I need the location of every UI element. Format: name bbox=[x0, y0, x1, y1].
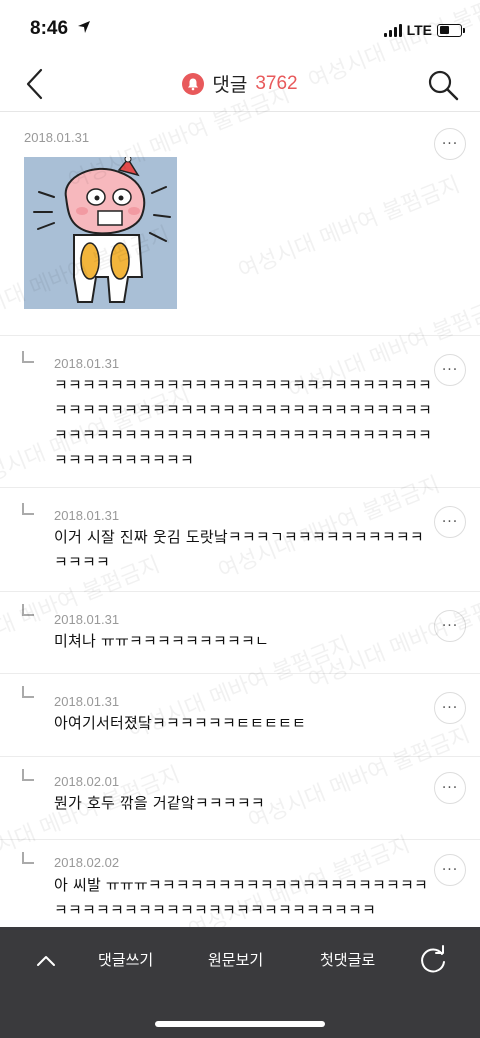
comment-date: 2018.01.31 bbox=[54, 694, 120, 709]
comment-date: 2018.01.31 bbox=[54, 612, 120, 627]
comment-text: 이거 시잘 진짜 웃김 도랏낰ㅋㅋㅋㄱㅋㅋㅋㅋㅋㅋㅋㅋㅋㅋㅋㅋㅋㅋ bbox=[54, 528, 424, 571]
reply-indicator-icon bbox=[22, 503, 34, 515]
battery-icon bbox=[437, 23, 465, 37]
status-time: 8:46 bbox=[30, 18, 69, 39]
comments-header: 댓글 3762 bbox=[0, 56, 480, 112]
comment-text: 아 씨발 ㅠㅠㅠㅋㅋㅋㅋㅋㅋㅋㅋㅋㅋㅋㅋㅋㅋㅋㅋㅋㅋㅋㅋㅋㅋㅋㅋㅋㅋㅋㅋㅋㅋㅋㅋ… bbox=[54, 876, 428, 919]
comment-date: 2018.02.01 bbox=[54, 774, 120, 789]
reply-indicator-icon bbox=[22, 686, 34, 698]
more-options-button[interactable]: ··· bbox=[434, 610, 466, 642]
search-button[interactable] bbox=[426, 68, 460, 102]
comment-date: 2018.01.31 bbox=[24, 130, 90, 145]
reply-indicator-icon bbox=[22, 769, 34, 781]
bottom-toolbar: 댓글쓰기 원문보기 첫댓글로 bbox=[0, 927, 480, 1038]
status-indicators: LTE bbox=[383, 22, 465, 38]
scroll-up-button[interactable] bbox=[34, 949, 58, 973]
comment-item: 2018.01.31 ··· 미쳐나 ㅠㅠㅋㅋㅋㅋㅋㅋㅋㅋㅋㄴ bbox=[0, 592, 480, 674]
network-label: LTE bbox=[406, 22, 432, 38]
more-options-button[interactable]: ··· bbox=[434, 854, 466, 886]
view-original-button[interactable]: 원문보기 bbox=[208, 949, 263, 970]
comment-count: 3762 bbox=[255, 72, 298, 94]
refresh-icon[interactable] bbox=[418, 945, 448, 975]
comment-text: ㅋㅋㅋㅋㅋㅋㅋㅋㅋㅋㅋㅋㅋㅋㅋㅋㅋㅋㅋㅋㅋㅋㅋㅋㅋㅋㅋㅋㅋㅋㅋㅋㅋㅋㅋㅋㅋㅋㅋㅋ… bbox=[54, 376, 433, 469]
reply-indicator-icon bbox=[22, 852, 34, 864]
comment-date: 2018.01.31 bbox=[54, 508, 120, 523]
first-comment-button[interactable]: 첫댓글로 bbox=[320, 949, 375, 970]
comment-item: 2018.02.01 ··· 뭔가 호두 깎을 거같앜ㅋㅋㅋㅋㅋ bbox=[0, 757, 480, 840]
bell-icon[interactable] bbox=[182, 72, 205, 95]
comment-item: 2018.01.31 ··· 아여기서터졌닼ㅋㅋㅋㅋㅋㅋㅌㅌㅌㅌㅌ bbox=[0, 674, 480, 757]
home-indicator bbox=[155, 1021, 325, 1027]
more-options-button[interactable]: ··· bbox=[434, 506, 466, 538]
comment-item: 2018.01.31 ··· 이거 시잘 진짜 웃김 도랏낰ㅋㅋㅋㄱㅋㅋㅋㅋㅋㅋ… bbox=[0, 488, 480, 592]
header-title: 댓글 bbox=[212, 74, 248, 96]
comment-text: 미쳐나 ㅠㅠㅋㅋㅋㅋㅋㅋㅋㅋㅋㄴ bbox=[54, 632, 269, 650]
comment-item: 2018.02.02 ··· 아 씨발 ㅠㅠㅠㅋㅋㅋㅋㅋㅋㅋㅋㅋㅋㅋㅋㅋㅋㅋㅋㅋ… bbox=[0, 840, 480, 927]
comment-text: 아여기서터졌닼ㅋㅋㅋㅋㅋㅋㅌㅌㅌㅌㅌ bbox=[54, 714, 307, 732]
comment-item: 2018.01.31 ··· ㅋㅋㅋㅋㅋㅋㅋㅋㅋㅋㅋㅋㅋㅋㅋㅋㅋㅋㅋㅋㅋㅋㅋㅋㅋ… bbox=[0, 336, 480, 488]
signal-icon bbox=[383, 23, 402, 37]
write-comment-button[interactable]: 댓글쓰기 bbox=[98, 949, 153, 970]
status-bar: 8:46 LTE bbox=[0, 0, 480, 56]
reply-indicator-icon bbox=[22, 604, 34, 616]
reply-indicator-icon bbox=[22, 351, 34, 363]
more-options-button[interactable]: ··· bbox=[434, 772, 466, 804]
comment-date: 2018.02.02 bbox=[54, 855, 120, 870]
comment-sticker-image[interactable] bbox=[24, 155, 177, 309]
header-title-group: 댓글 3762 bbox=[0, 70, 480, 97]
location-arrow-icon bbox=[78, 21, 90, 33]
more-options-button[interactable]: ··· bbox=[434, 128, 466, 160]
comment-date: 2018.01.31 bbox=[54, 356, 120, 371]
more-options-button[interactable]: ··· bbox=[434, 354, 466, 386]
comment-text: 뭔가 호두 깎을 거같앜ㅋㅋㅋㅋㅋ bbox=[54, 794, 265, 812]
more-options-button[interactable]: ··· bbox=[434, 692, 466, 724]
